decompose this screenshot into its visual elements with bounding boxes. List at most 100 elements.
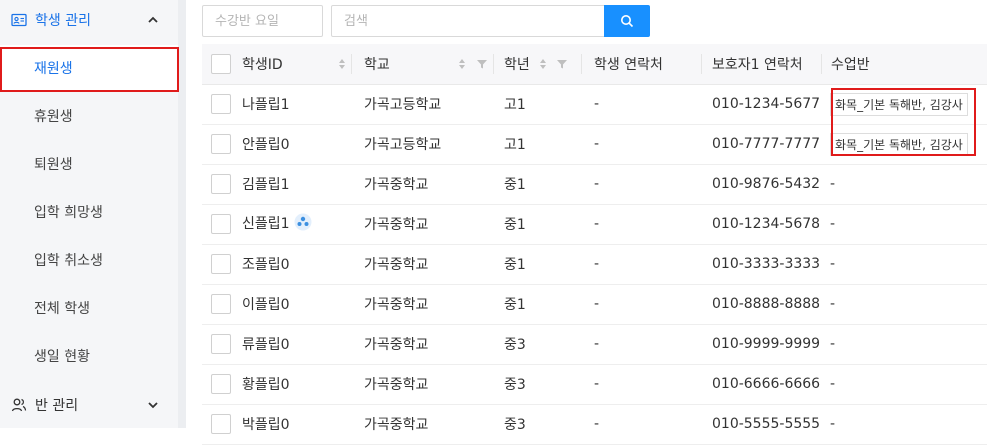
cell-guardian-phone: 010-8888-8888 xyxy=(702,284,822,325)
select-all-checkbox[interactable] xyxy=(211,53,231,74)
student-table: 학생ID 학교 학년 학생 연락처 보호자1 연락처 수업반 나플립1 가곡고등… xyxy=(202,44,987,445)
nav-group-student-management[interactable]: 학생 관리 xyxy=(0,0,178,40)
cell-class: - xyxy=(822,204,987,245)
cell-student-id[interactable]: 이플립0 xyxy=(242,284,352,325)
sidebar-item-birthdays[interactable]: 생일 현황 xyxy=(0,333,178,379)
sidebar-item-label: 생일 현황 xyxy=(34,349,90,365)
search-input[interactable] xyxy=(331,5,605,37)
row-checkbox[interactable] xyxy=(211,94,231,114)
row-select xyxy=(202,164,242,205)
row-checkbox[interactable] xyxy=(211,174,231,194)
cell-guardian-phone: 010-7777-7777 xyxy=(702,124,822,165)
cell-class: - xyxy=(822,164,987,205)
search-icon xyxy=(621,15,634,28)
cell-student-id[interactable]: 조플립0 xyxy=(242,244,352,285)
table-row[interactable]: 나플립1 가곡고등학교 고1 - 010-1234-5677 화목_기본 독해반… xyxy=(202,84,987,125)
cell-student-id[interactable]: 신플립1 xyxy=(242,204,352,245)
cell-grade: 고1 xyxy=(494,84,582,125)
row-checkbox[interactable] xyxy=(211,374,231,394)
chevron-down-icon xyxy=(148,402,158,409)
row-checkbox[interactable] xyxy=(211,214,231,234)
sidebar-scrollbar[interactable] xyxy=(178,0,186,428)
weekday-filter-input[interactable] xyxy=(202,5,323,37)
cell-student-id[interactable]: 나플립1 xyxy=(242,84,352,125)
cell-student-phone: - xyxy=(582,124,702,165)
cell-student-phone: - xyxy=(582,284,702,325)
cell-grade: 중1 xyxy=(494,244,582,285)
header-student-id[interactable]: 학생ID xyxy=(242,44,352,85)
cell-guardian-phone: 010-5555-5555 xyxy=(702,404,822,445)
sidebar-item-label: 퇴원생 xyxy=(34,157,73,173)
cell-guardian-phone: 010-6666-6666 xyxy=(702,364,822,405)
filter-icon[interactable] xyxy=(556,58,568,70)
cell-student-phone: - xyxy=(582,84,702,125)
sidebar-item-prospective[interactable]: 입학 희망생 xyxy=(0,189,178,235)
row-select xyxy=(202,204,242,245)
sidebar-item-enrolled[interactable]: 재원생 xyxy=(0,45,178,91)
cell-student-id[interactable]: 김플립1 xyxy=(242,164,352,205)
cell-school: 가곡중학교 xyxy=(352,404,494,445)
row-select xyxy=(202,244,242,285)
cell-guardian-phone: 010-9999-9999 xyxy=(702,324,822,365)
sidebar-item-withdrawn[interactable]: 퇴원생 xyxy=(0,141,178,187)
row-select xyxy=(202,124,242,165)
cell-grade: 고1 xyxy=(494,124,582,165)
sidebar-item-label: 입학 희망생 xyxy=(34,205,103,221)
cell-student-phone: - xyxy=(582,244,702,285)
cell-school: 가곡중학교 xyxy=(352,244,494,285)
cell-grade: 중3 xyxy=(494,364,582,405)
table-row[interactable]: 이플립0 가곡중학교 중1 - 010-8888-8888 - xyxy=(202,284,987,325)
nav-group-label: 학생 관리 xyxy=(35,13,91,29)
cell-student-id[interactable]: 안플립0 xyxy=(242,124,352,165)
row-checkbox[interactable] xyxy=(211,334,231,354)
cell-student-phone: - xyxy=(582,204,702,245)
cell-grade: 중3 xyxy=(494,404,582,445)
sidebar-item-on-leave[interactable]: 휴원생 xyxy=(0,93,178,139)
table-row[interactable]: 조플립0 가곡중학교 중1 - 010-3333-3333 - xyxy=(202,244,987,285)
cell-student-id[interactable]: 류플립0 xyxy=(242,324,352,365)
cell-student-phone: - xyxy=(582,324,702,365)
search-button[interactable] xyxy=(604,5,650,37)
cell-grade: 중1 xyxy=(494,284,582,325)
cell-grade: 중1 xyxy=(494,204,582,245)
cell-school: 가곡중학교 xyxy=(352,364,494,405)
header-grade[interactable]: 학년 xyxy=(494,44,582,85)
cell-student-id[interactable]: 박플립0 xyxy=(242,404,352,445)
cell-student-id[interactable]: 황플립0 xyxy=(242,364,352,405)
header-school[interactable]: 학교 xyxy=(352,44,494,85)
sidebar-item-label: 휴원생 xyxy=(34,109,73,125)
cell-student-phone: - xyxy=(582,164,702,205)
cell-guardian-phone: 010-9876-5432 xyxy=(702,164,822,205)
table-row[interactable]: 박플립0 가곡중학교 중3 - 010-5555-5555 - xyxy=(202,404,987,445)
row-select xyxy=(202,404,242,445)
nav-group-class-management[interactable]: 반 관리 xyxy=(0,385,178,425)
table-header-row: 학생ID 학교 학년 학생 연락처 보호자1 연락처 수업반 xyxy=(202,44,987,85)
row-checkbox[interactable] xyxy=(211,134,231,154)
table-row[interactable]: 신플립1 가곡중학교 중1 - 010-1234-5678 - xyxy=(202,204,987,245)
row-select xyxy=(202,324,242,365)
header-student-phone: 학생 연락처 xyxy=(582,44,702,85)
chevron-up-icon xyxy=(148,16,158,23)
row-select xyxy=(202,364,242,405)
sidebar: 학생 관리 재원생 휴원생 퇴원생 입학 희망생 입학 취소생 전체 학생 생일… xyxy=(0,0,178,428)
cell-guardian-phone: 010-3333-3333 xyxy=(702,244,822,285)
sidebar-item-label: 전체 학생 xyxy=(34,301,90,317)
cell-grade: 중3 xyxy=(494,324,582,365)
row-checkbox[interactable] xyxy=(211,414,231,434)
filter-icon[interactable] xyxy=(476,58,488,70)
table-row[interactable]: 안플립0 가곡고등학교 고1 - 010-7777-7777 화목_기본 독해반… xyxy=(202,124,987,165)
table-row[interactable]: 황플립0 가곡중학교 중3 - 010-6666-6666 - xyxy=(202,364,987,405)
table-row[interactable]: 김플립1 가곡중학교 중1 - 010-9876-5432 - xyxy=(202,164,987,205)
nav-group-label: 반 관리 xyxy=(35,398,79,414)
sidebar-item-all-students[interactable]: 전체 학생 xyxy=(0,285,178,331)
cell-school: 가곡중학교 xyxy=(352,164,494,205)
sidebar-item-label: 재원생 xyxy=(34,61,73,77)
header-select-all xyxy=(202,44,242,85)
cell-class: 화목_기본 독해반, 김강사 xyxy=(822,84,987,125)
table-row[interactable]: 류플립0 가곡중학교 중3 - 010-9999-9999 - xyxy=(202,324,987,365)
cell-school: 가곡고등학교 xyxy=(352,84,494,125)
row-checkbox[interactable] xyxy=(211,254,231,274)
row-select xyxy=(202,284,242,325)
sidebar-item-cancelled[interactable]: 입학 취소생 xyxy=(0,237,178,283)
row-checkbox[interactable] xyxy=(211,294,231,314)
